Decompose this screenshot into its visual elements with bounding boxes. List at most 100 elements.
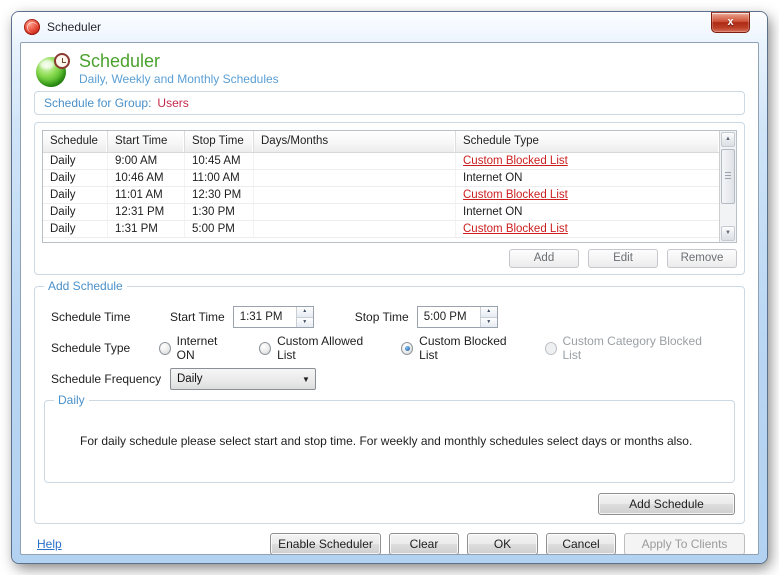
add-button[interactable]: Add: [509, 249, 579, 268]
radio-label: Internet ON: [177, 334, 233, 362]
app-icon: [24, 19, 40, 35]
table-row[interactable]: Daily 12:31 PM 1:30 PM Internet ON: [43, 204, 719, 221]
table-row[interactable]: Daily 1:31 PM 5:00 PM Custom Blocked Lis…: [43, 221, 719, 238]
apply-to-clients-button: Apply To Clients: [624, 533, 745, 555]
remove-button[interactable]: Remove: [667, 249, 737, 268]
cell-days-months: [254, 153, 456, 169]
cell-days-months: [254, 221, 456, 237]
close-icon[interactable]: x: [711, 12, 750, 33]
clear-button[interactable]: Clear: [389, 533, 459, 555]
cell-schedule-type-link[interactable]: Custom Blocked List: [456, 187, 719, 203]
schedule-frequency-row: Schedule Frequency Daily ▼: [44, 368, 735, 390]
radio-label: Custom Allowed List: [277, 334, 374, 362]
add-schedule-button[interactable]: Add Schedule: [598, 493, 735, 515]
cell-schedule-type: Internet ON: [456, 204, 719, 220]
schedule-for-group-bar: Schedule for Group: Users: [34, 91, 745, 115]
col-stop-time[interactable]: Stop Time: [185, 131, 254, 152]
enable-scheduler-button[interactable]: Enable Scheduler: [270, 533, 381, 555]
spin-down-icon[interactable]: ▼: [481, 318, 497, 328]
page-subtitle: Daily, Weekly and Monthly Schedules: [79, 72, 279, 86]
cell-schedule: Daily: [43, 187, 108, 203]
radio-icon[interactable]: [259, 342, 271, 355]
scrollbar-thumb[interactable]: [721, 149, 735, 204]
cell-stop-time: 12:30 PM: [185, 187, 254, 203]
cell-schedule-type-link[interactable]: Custom Blocked List: [456, 153, 719, 169]
ok-button[interactable]: OK: [467, 533, 538, 555]
edit-button[interactable]: Edit: [588, 249, 658, 268]
schedule-table[interactable]: Schedule Start Time Stop Time Days/Month…: [43, 131, 719, 242]
stop-time-spinner[interactable]: 5:00 PM ▲ ▼: [417, 306, 498, 328]
dialog-content: Scheduler Daily, Weekly and Monthly Sche…: [20, 42, 759, 555]
daily-note-text: For daily schedule please select start a…: [80, 434, 734, 448]
cell-start-time: 1:31 PM: [108, 221, 185, 237]
cell-schedule-type: Internet ON: [456, 170, 719, 186]
stop-time-value[interactable]: 5:00 PM: [418, 307, 480, 327]
scrollbar-track: [720, 205, 736, 225]
radio-selected-icon[interactable]: [401, 342, 413, 355]
cell-schedule: Daily: [43, 221, 108, 237]
scroll-up-icon[interactable]: ▲: [721, 132, 735, 147]
schedule-type-label: Schedule Type: [44, 341, 159, 355]
col-start-time[interactable]: Start Time: [108, 131, 185, 152]
radio-disabled-icon: [545, 342, 557, 355]
titlebar[interactable]: Scheduler x: [12, 12, 767, 42]
cell-start-time: 12:31 PM: [108, 204, 185, 220]
schedule-time-row: Schedule Time Start Time 1:31 PM ▲ ▼ Sto…: [44, 306, 735, 328]
spin-down-icon[interactable]: ▼: [297, 318, 313, 328]
radio-label: Custom Blocked List: [419, 334, 517, 362]
cell-start-time: 10:46 AM: [108, 170, 185, 186]
add-schedule-legend: Add Schedule: [44, 279, 127, 293]
page-header: Scheduler Daily, Weekly and Monthly Sche…: [36, 51, 745, 87]
table-header-row: Schedule Start Time Stop Time Days/Month…: [43, 131, 719, 153]
add-schedule-groupbox: Add Schedule Schedule Time Start Time 1:…: [34, 286, 745, 524]
cell-stop-time: 10:45 AM: [185, 153, 254, 169]
cell-stop-time: 1:30 PM: [185, 204, 254, 220]
cell-days-months: [254, 170, 456, 186]
scroll-down-icon[interactable]: ▼: [721, 226, 735, 241]
col-schedule[interactable]: Schedule: [43, 131, 108, 152]
vertical-scrollbar[interactable]: ▲ ▼: [719, 131, 736, 242]
table-row[interactable]: Daily 11:01 AM 12:30 PM Custom Blocked L…: [43, 187, 719, 204]
schedule-time-label: Schedule Time: [44, 310, 170, 324]
col-days-months[interactable]: Days/Months: [254, 131, 456, 152]
cell-start-time: 11:01 AM: [108, 187, 185, 203]
stop-time-label: Stop Time: [355, 310, 409, 324]
group-label: Schedule for Group:: [44, 96, 151, 110]
scheduler-window: Scheduler x Scheduler Daily, Weekly and …: [12, 12, 767, 563]
chevron-down-icon[interactable]: ▼: [297, 375, 315, 384]
schedule-frequency-label: Schedule Frequency: [44, 372, 170, 386]
radio-custom-blocked-list[interactable]: Custom Blocked List: [401, 334, 517, 362]
cell-stop-time: 5:00 PM: [185, 221, 254, 237]
start-time-label: Start Time: [170, 310, 225, 324]
frequency-dropdown[interactable]: Daily ▼: [170, 368, 316, 390]
cell-schedule-type-link[interactable]: Custom Blocked List: [456, 221, 719, 237]
radio-custom-category-blocked-list: Custom Category Blocked List: [545, 334, 708, 362]
cell-stop-time: 11:00 AM: [185, 170, 254, 186]
radio-internet-on[interactable]: Internet ON: [159, 334, 232, 362]
radio-custom-allowed-list[interactable]: Custom Allowed List: [259, 334, 374, 362]
table-row[interactable]: Daily 10:46 AM 11:00 AM Internet ON: [43, 170, 719, 187]
frequency-value: Daily: [171, 373, 297, 385]
cell-schedule: Daily: [43, 170, 108, 186]
page-title: Scheduler: [79, 51, 279, 71]
window-title: Scheduler: [47, 20, 101, 34]
scheduler-globe-clock-icon: [36, 53, 70, 87]
spin-up-icon[interactable]: ▲: [297, 307, 313, 318]
spin-up-icon[interactable]: ▲: [481, 307, 497, 318]
start-time-spinner[interactable]: 1:31 PM ▲ ▼: [233, 306, 314, 328]
help-link[interactable]: Help: [37, 537, 62, 551]
table-row[interactable]: Daily 9:00 AM 10:45 AM Custom Blocked Li…: [43, 153, 719, 170]
col-schedule-type[interactable]: Schedule Type: [456, 131, 719, 152]
cell-schedule: Daily: [43, 153, 108, 169]
cell-start-time: 9:00 AM: [108, 153, 185, 169]
cell-days-months: [254, 204, 456, 220]
radio-label: Custom Category Blocked List: [563, 334, 709, 362]
cancel-button[interactable]: Cancel: [546, 533, 616, 555]
radio-icon[interactable]: [159, 342, 171, 355]
desktop: Scheduler x Scheduler Daily, Weekly and …: [0, 0, 779, 575]
group-value: Users: [157, 96, 188, 110]
cell-days-months: [254, 187, 456, 203]
daily-groupbox: Daily For daily schedule please select s…: [44, 400, 735, 483]
cell-schedule: Daily: [43, 204, 108, 220]
start-time-value[interactable]: 1:31 PM: [234, 307, 296, 327]
